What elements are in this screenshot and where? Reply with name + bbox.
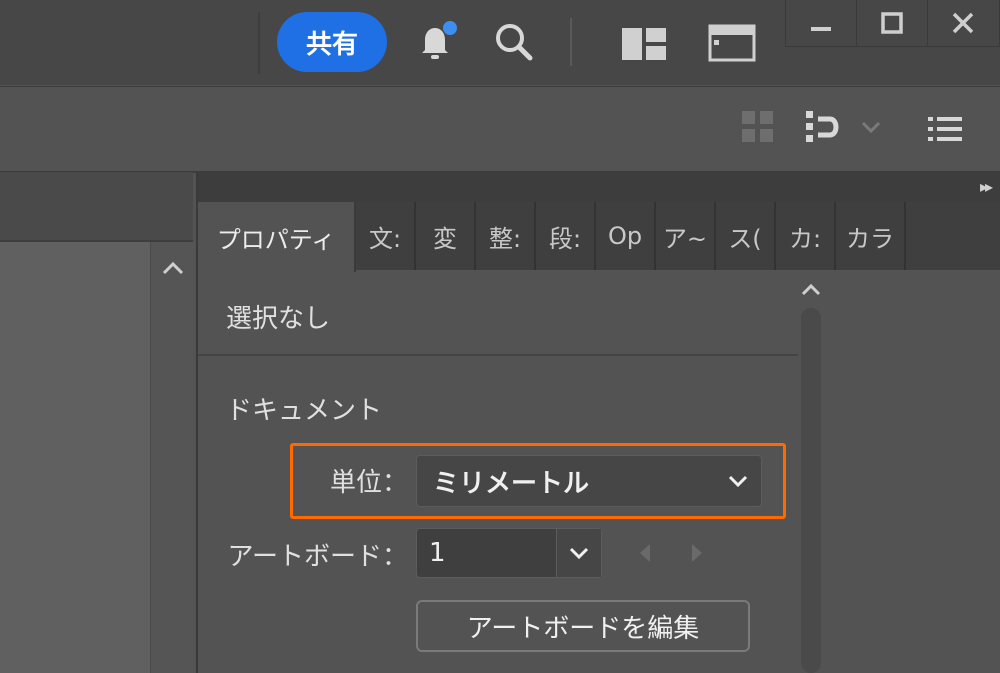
tab-opentype[interactable]: Op: [596, 202, 656, 270]
snap-icon[interactable]: [804, 109, 844, 149]
edit-artboard-button[interactable]: アートボードを編集: [416, 600, 750, 652]
maximize-button[interactable]: [857, 0, 928, 46]
units-highlight: [290, 443, 786, 519]
tab-character[interactable]: 文:: [356, 202, 416, 270]
tab-swatches[interactable]: ス(: [716, 202, 776, 270]
artboard-select[interactable]: 1: [416, 528, 602, 578]
tab-paragraph[interactable]: 段:: [536, 202, 596, 270]
canvas[interactable]: [0, 242, 150, 673]
bell-icon[interactable]: [415, 18, 459, 64]
close-icon: [952, 12, 974, 34]
search-icon[interactable]: [492, 20, 536, 64]
grid-align-icon[interactable]: [740, 109, 776, 145]
selection-status: 選択なし: [226, 304, 331, 334]
list-icon[interactable]: [928, 115, 962, 143]
scrollbar-track[interactable]: [801, 308, 821, 673]
toolbar: [0, 86, 1000, 173]
previous-artboard-icon[interactable]: [636, 542, 654, 564]
artboard-value: 1: [429, 538, 446, 568]
share-button[interactable]: 共有: [277, 12, 387, 72]
workspace-layout-icon[interactable]: [622, 28, 666, 60]
tab-properties[interactable]: プロパティ: [198, 202, 356, 272]
document-tab-bar: [0, 172, 193, 242]
title-bar: 共有: [0, 0, 1000, 85]
properties-panel: ▸▸ プロパティ 文: 変 整: 段: Op ア~ ス( カ: カラ 選択なし …: [196, 172, 1000, 673]
document-canvas-area: [0, 172, 194, 673]
tab-align[interactable]: 整:: [476, 202, 536, 270]
close-button[interactable]: [928, 0, 998, 46]
minimize-icon: [811, 27, 831, 31]
minimize-button[interactable]: [786, 0, 857, 46]
document-heading: ドキュメント: [226, 396, 383, 426]
maximize-icon: [881, 12, 903, 34]
artboard-dropdown-toggle[interactable]: [556, 529, 601, 577]
panel-header: ▸▸: [198, 172, 1000, 202]
panel-toggle-icon[interactable]: [708, 24, 756, 62]
tab-color[interactable]: カ:: [776, 202, 836, 270]
panel-tab-bar: プロパティ 文: 変 整: 段: Op ア~ ス( カ: カラ: [198, 202, 1000, 272]
scroll-up-icon[interactable]: [799, 280, 823, 300]
tab-transform[interactable]: 変: [416, 202, 476, 270]
tab-appearance[interactable]: ア~: [656, 202, 716, 270]
chevron-down-icon[interactable]: [860, 119, 882, 135]
artboard-label: アートボード：: [227, 542, 408, 572]
scroll-up-icon[interactable]: [160, 258, 186, 278]
next-artboard-icon[interactable]: [688, 542, 706, 564]
chevron-down-icon: [569, 547, 589, 560]
window-controls: [785, 0, 1000, 47]
panel-scrollbar[interactable]: [797, 278, 825, 673]
notification-dot: [443, 21, 457, 35]
section-divider: [198, 354, 798, 356]
collapse-panel-icon[interactable]: ▸▸: [980, 177, 993, 196]
vertical-scrollbar[interactable]: [150, 242, 194, 673]
tab-color-guide[interactable]: カラ: [836, 202, 906, 270]
titlebar-divider: [570, 18, 572, 66]
titlebar-divider: [258, 12, 260, 74]
